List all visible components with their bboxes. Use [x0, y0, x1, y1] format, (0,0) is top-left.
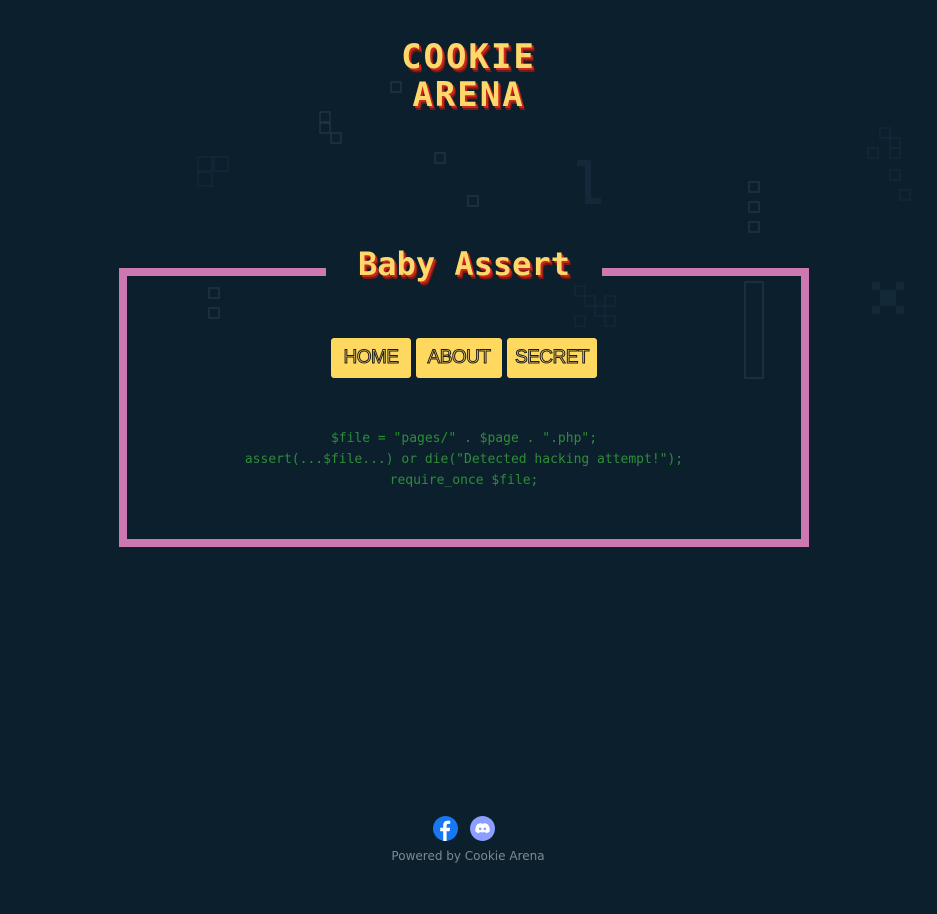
- code-line-2: assert(...$file...) or die("Detected hac…: [244, 452, 684, 467]
- logo-line-2: ARENA: [412, 75, 525, 115]
- challenge-title: Baby Assert: [358, 245, 570, 283]
- code-line-3: require_once $file;: [389, 473, 539, 488]
- home-button[interactable]: HOME: [331, 338, 411, 378]
- challenge-frame: [119, 268, 809, 547]
- facebook-icon[interactable]: [433, 816, 458, 841]
- code-line-1: $file = "pages/" . $page . ".php";: [330, 431, 598, 446]
- secret-button[interactable]: SECRET: [507, 338, 597, 378]
- social-links: [433, 816, 495, 841]
- logo-line-1: COOKIE: [401, 37, 536, 77]
- about-button[interactable]: ABOUT: [416, 338, 502, 378]
- code-snippet: $file = "pages/" . $page . ".php"; assert…: [127, 428, 801, 491]
- main-nav: HOME ABOUT SECRET: [331, 338, 597, 378]
- discord-icon[interactable]: [470, 816, 495, 841]
- powered-by-text: Powered by Cookie Arena: [391, 849, 545, 863]
- cookie-arena-logo[interactable]: COOKIE ARENA: [330, 38, 607, 114]
